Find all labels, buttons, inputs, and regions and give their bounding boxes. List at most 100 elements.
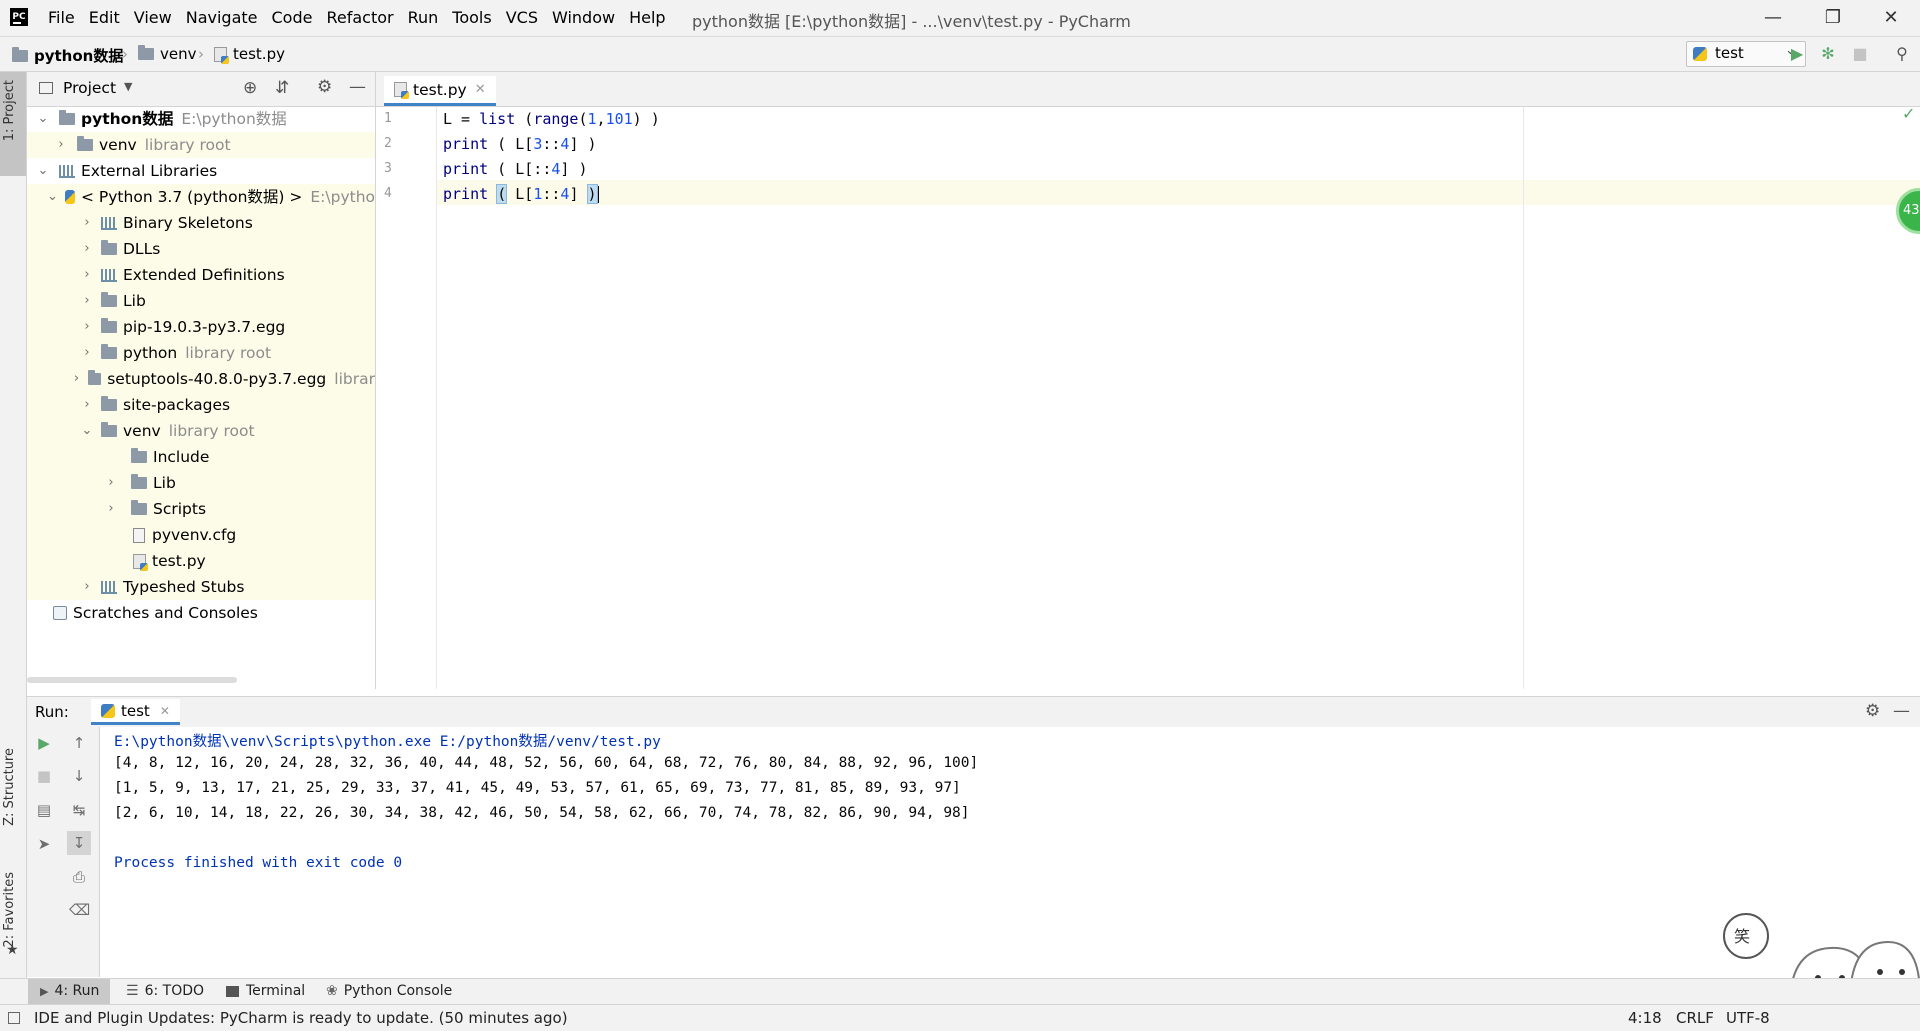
tree-item-typeshed-stubs[interactable]: › Typeshed Stubs xyxy=(27,574,375,600)
line-number: 1 xyxy=(384,111,392,126)
tree-item-project-root[interactable]: ⌄ python数据 E:\python数据 xyxy=(27,106,375,132)
line-number: 3 xyxy=(384,161,392,176)
hide-panel-icon[interactable]: — xyxy=(349,77,366,97)
tree-item-extended-definitions[interactable]: › Extended Definitions xyxy=(27,262,375,288)
minimize-button[interactable]: — xyxy=(1750,5,1796,31)
breadcrumb-file[interactable]: test.py xyxy=(214,45,285,64)
chevron-down-icon[interactable]: ⌄ xyxy=(79,418,95,444)
tree-item-scripts[interactable]: › Scripts xyxy=(27,496,375,522)
menu-view[interactable]: View xyxy=(134,8,172,27)
run-tool-tab[interactable]: ▶ 4: Run xyxy=(40,983,99,999)
chevron-right-icon[interactable]: › xyxy=(103,470,119,496)
caret-line-highlight xyxy=(376,180,1920,205)
tree-item-binary-skeletons[interactable]: › Binary Skeletons xyxy=(27,210,375,236)
close-tab-icon[interactable]: ✕ xyxy=(160,704,170,718)
status-message[interactable]: IDE and Plugin Updates: PyCharm is ready… xyxy=(34,1009,568,1027)
chevron-right-icon[interactable]: › xyxy=(103,496,119,522)
terminal-tool-tab[interactable]: Terminal xyxy=(226,983,305,999)
code-line-4: print ( L[1::4] ) xyxy=(443,184,599,204)
scroll-down-icon[interactable]: ↓ xyxy=(69,766,89,786)
scroll-to-end-icon[interactable]: ↧ xyxy=(67,831,91,855)
toggle-tool-windows-icon[interactable] xyxy=(8,1012,20,1024)
chevron-right-icon[interactable]: › xyxy=(79,262,95,288)
chevron-right-icon[interactable]: › xyxy=(79,340,95,366)
soft-wrap-icon[interactable]: ↹ xyxy=(69,800,89,820)
search-icon[interactable]: ⚲ xyxy=(1892,44,1912,64)
menu-window[interactable]: Window xyxy=(552,8,615,27)
run-tool-tab-label: 4: Run xyxy=(54,983,100,999)
tree-item-test-py[interactable]: test.py xyxy=(27,548,375,574)
stop-icon[interactable]: ■ xyxy=(34,766,54,786)
menu-help[interactable]: Help xyxy=(629,8,665,27)
tree-item-python-sdk[interactable]: ⌄ < Python 3.7 (python数据) > E:\pytho xyxy=(27,184,375,210)
debug-icon[interactable]: ✻ xyxy=(1818,44,1838,64)
chevron-right-icon[interactable]: › xyxy=(79,392,95,418)
favorites-tool-tab[interactable]: 2: Favorites xyxy=(2,872,17,948)
chevron-down-icon[interactable]: ⌄ xyxy=(35,158,51,184)
tree-item-lib[interactable]: › Lib xyxy=(27,288,375,314)
menu-vcs[interactable]: VCS xyxy=(506,8,538,27)
print-icon[interactable]: ⎙ xyxy=(69,867,89,887)
stop-icon[interactable]: ■ xyxy=(1850,44,1870,64)
rerun-icon[interactable]: ▶ xyxy=(34,733,54,753)
restore-button[interactable]: ❐ xyxy=(1810,5,1856,31)
breadcrumb-venv[interactable]: venv xyxy=(138,45,197,63)
inspection-ok-icon[interactable]: ✓ xyxy=(1902,104,1915,123)
locate-icon[interactable]: ⊕ xyxy=(243,78,257,98)
scroll-up-icon[interactable]: ↑ xyxy=(69,733,89,753)
menu-file[interactable]: File xyxy=(48,8,75,27)
tree-item-venv[interactable]: › venv library root xyxy=(27,132,375,158)
tree-item-site-packages[interactable]: › site-packages xyxy=(27,392,375,418)
run-tab-test[interactable]: test ✕ xyxy=(91,699,180,725)
caret-position[interactable]: 4:18 xyxy=(1628,1009,1662,1027)
caret-down-icon[interactable]: ▼ xyxy=(124,80,132,93)
tree-item-dlls[interactable]: › DLLs xyxy=(27,236,375,262)
collapse-all-icon[interactable]: ⇵ xyxy=(275,78,289,98)
menu-tools[interactable]: Tools xyxy=(452,8,491,27)
folder-icon xyxy=(131,448,147,463)
gear-icon[interactable]: ⚙ xyxy=(1865,701,1880,721)
chevron-right-icon[interactable]: › xyxy=(79,210,95,236)
chevron-down-icon[interactable]: ⌄ xyxy=(47,184,59,210)
editor-tab-test-py[interactable]: test.py ✕ xyxy=(384,76,496,106)
chevron-right-icon[interactable]: › xyxy=(53,132,69,158)
horizontal-scrollbar[interactable] xyxy=(27,677,237,683)
chevron-right-icon[interactable]: › xyxy=(79,574,95,600)
line-separator[interactable]: CRLF xyxy=(1676,1009,1714,1027)
breadcrumb-project[interactable]: python数据 xyxy=(12,45,123,66)
console-output[interactable]: E:\python数据\venv\Scripts\python.exe E:/p… xyxy=(100,727,1920,977)
project-panel-title[interactable]: Project xyxy=(63,79,116,97)
layout-icon[interactable]: ▤ xyxy=(34,800,54,820)
chevron-right-icon[interactable]: › xyxy=(79,236,95,262)
tree-item-external-libraries[interactable]: ⌄ External Libraries xyxy=(27,158,375,184)
menu-refactor[interactable]: Refactor xyxy=(326,8,393,27)
structure-tool-tab[interactable]: Z: Structure xyxy=(2,748,17,826)
menu-navigate[interactable]: Navigate xyxy=(186,8,258,27)
tree-item-include[interactable]: Include xyxy=(27,444,375,470)
tree-item-pip-egg[interactable]: › pip-19.0.3-py3.7.egg xyxy=(27,314,375,340)
close-window-button[interactable]: ✕ xyxy=(1868,5,1914,31)
tree-item-python[interactable]: › python library root xyxy=(27,340,375,366)
python-console-tool-tab[interactable]: ❀ Python Console xyxy=(326,983,452,999)
tree-item-setuptools-egg[interactable]: › setuptools-40.8.0-py3.7.egg librar xyxy=(27,366,375,392)
tree-item-venv-lib-folder[interactable]: › Lib xyxy=(27,470,375,496)
tree-item-scratches[interactable]: Scratches and Consoles xyxy=(27,600,375,626)
chevron-right-icon[interactable]: › xyxy=(70,366,83,392)
chevron-right-icon[interactable]: › xyxy=(79,288,95,314)
menu-edit[interactable]: Edit xyxy=(89,8,120,27)
menu-code[interactable]: Code xyxy=(272,8,313,27)
gear-icon[interactable]: ⚙ xyxy=(317,77,332,97)
menu-run[interactable]: Run xyxy=(408,8,439,27)
tree-item-venv-lib[interactable]: ⌄ venv library root xyxy=(27,418,375,444)
close-tab-icon[interactable]: ✕ xyxy=(475,82,486,97)
trash-icon[interactable]: ⌫ xyxy=(69,900,90,920)
chevron-down-icon[interactable]: ⌄ xyxy=(35,106,51,132)
project-tool-tab[interactable]: 1: Project xyxy=(2,80,17,141)
todo-tool-tab[interactable]: ☰ 6: TODO xyxy=(126,983,204,999)
run-icon[interactable]: ▶ xyxy=(1787,44,1807,64)
file-encoding[interactable]: UTF-8 xyxy=(1726,1009,1770,1027)
chevron-right-icon[interactable]: › xyxy=(79,314,95,340)
tree-item-pyvenv-cfg[interactable]: pyvenv.cfg xyxy=(27,522,375,548)
pin-icon[interactable]: ➤ xyxy=(34,834,54,854)
hide-panel-icon[interactable]: — xyxy=(1893,701,1910,721)
